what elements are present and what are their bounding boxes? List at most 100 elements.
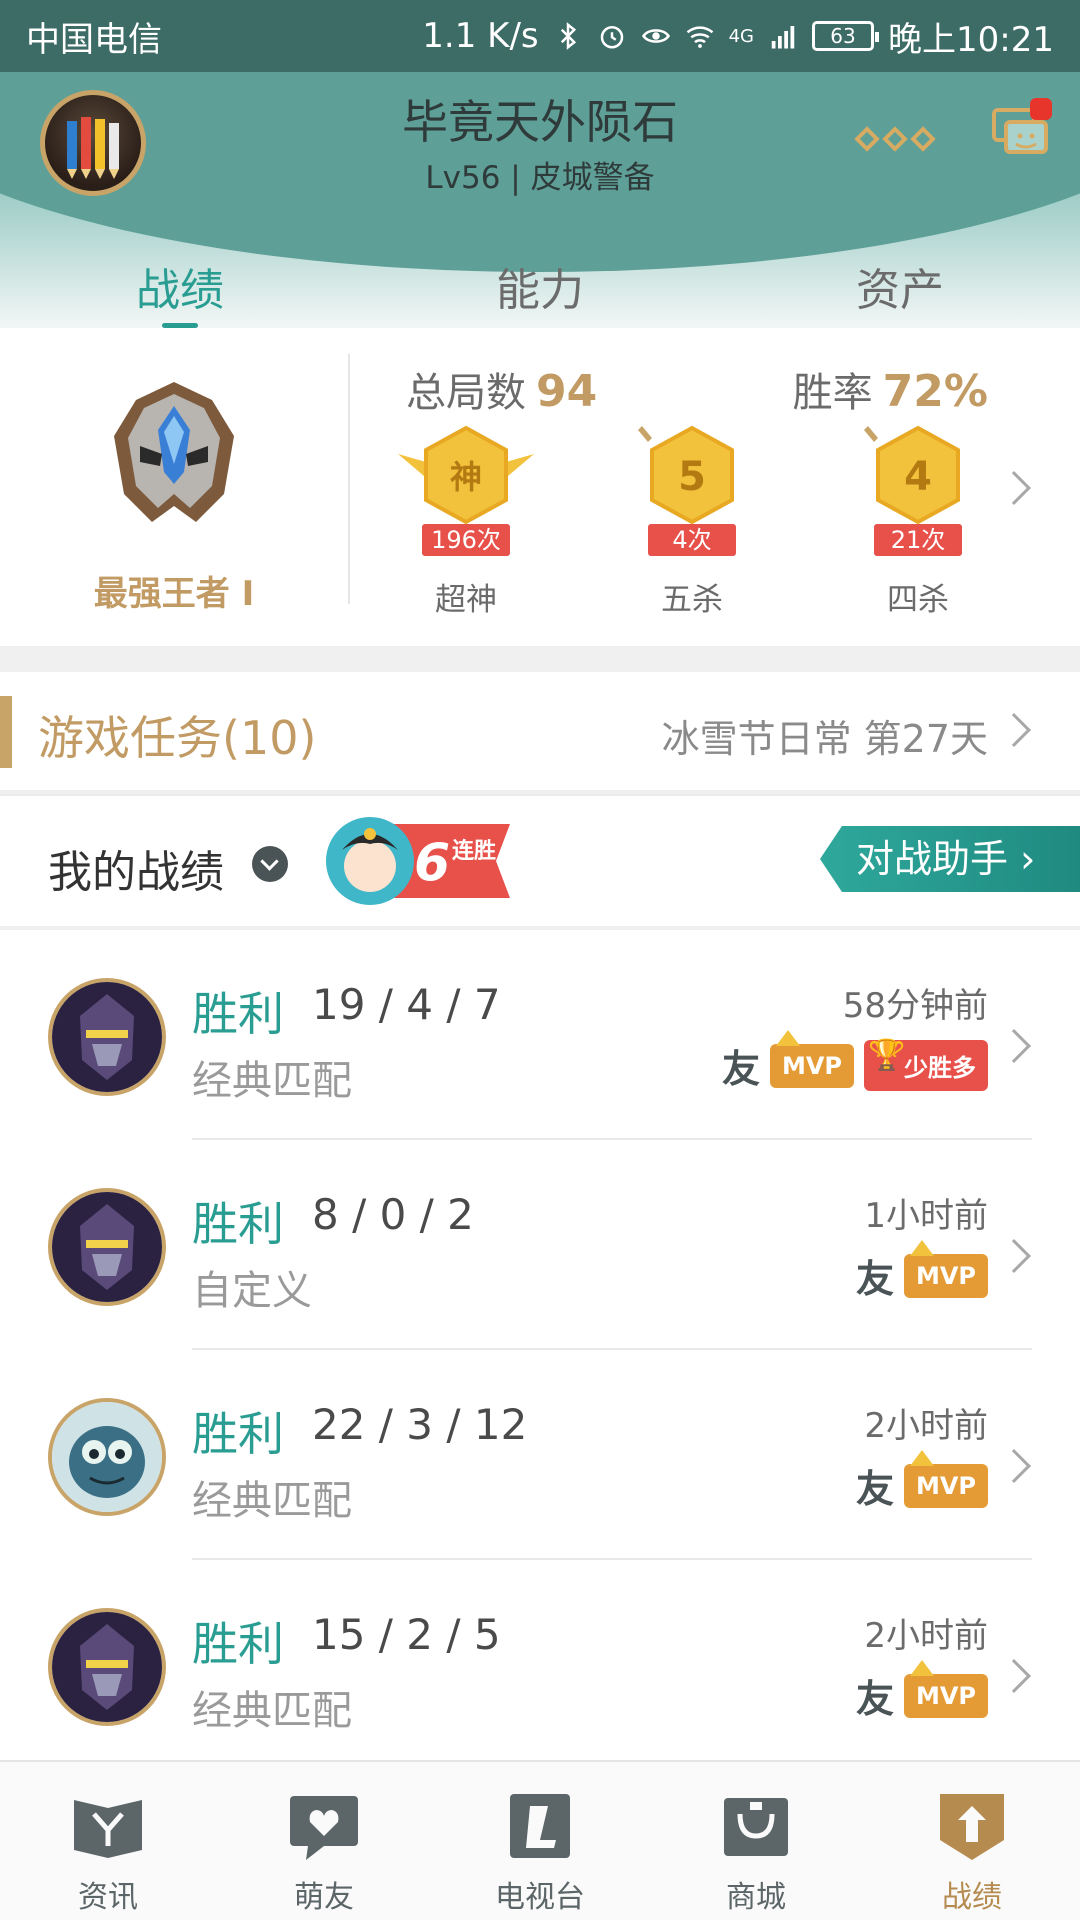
- friend-tag: 友: [855, 1257, 894, 1301]
- nav-shop[interactable]: 商城: [648, 1762, 864, 1920]
- hero-portrait-icon: [52, 1612, 162, 1722]
- win-streak-badge: 6 连胜: [326, 817, 510, 905]
- nav-label: 萌友: [294, 1880, 354, 1915]
- match-row[interactable]: 胜利 8 / 0 / 2 自定义 1小时前 友 MVP: [0, 1140, 1080, 1350]
- hero-portrait-icon: [52, 1192, 162, 1302]
- match-tags: 友 MVP 少胜多: [722, 1029, 988, 1093]
- streak-text: 连胜: [452, 838, 496, 864]
- match-row[interactable]: 胜利 19 / 4 / 7 经典匹配 58分钟前 友 MVP 少胜多: [0, 930, 1080, 1140]
- my-record-row: 我的战绩 6 连胜 对战助手 ›: [0, 794, 1080, 926]
- tab-ability[interactable]: 能力: [360, 238, 720, 328]
- mvp-tag: MVP: [903, 1449, 988, 1508]
- mvp-tag: MVP: [903, 1239, 988, 1298]
- hero-avatar: [48, 978, 166, 1096]
- match-result: 胜利: [192, 1407, 284, 1461]
- win-rate-label: 胜率: [792, 370, 873, 416]
- user-level: Lv56 | 皮城警备: [425, 160, 655, 196]
- bluetooth-icon: [560, 22, 576, 50]
- badge-label: 五杀: [661, 582, 723, 618]
- badge-label: 四杀: [887, 582, 949, 618]
- match-kda: 22 / 3 / 12: [312, 1400, 528, 1449]
- network-type: 4G: [728, 25, 755, 47]
- tab-record[interactable]: 战绩: [0, 238, 360, 328]
- match-tags: 友 MVP: [855, 1659, 988, 1723]
- badge-icon-text: 4: [904, 454, 932, 500]
- chevron-right-icon[interactable]: [997, 1239, 1031, 1273]
- dropdown-icon[interactable]: [252, 846, 288, 882]
- match-list: 胜利 19 / 4 / 7 经典匹配 58分钟前 友 MVP 少胜多 胜利 8 …: [0, 930, 1080, 1760]
- shop-icon: [724, 1798, 788, 1856]
- hero-avatar: [48, 1188, 166, 1306]
- badge-quadrakill: 4 21次 四杀: [848, 424, 988, 624]
- legendary-badge-icon: 神: [398, 425, 534, 525]
- match-time: 1小时前: [864, 1196, 988, 1236]
- hero-avatar: [48, 1398, 166, 1516]
- nav-record[interactable]: 战绩: [864, 1762, 1080, 1920]
- match-row[interactable]: 胜利 15 / 2 / 5 经典匹配 2小时前 友 MVP: [0, 1560, 1080, 1770]
- game-tasks-row[interactable]: 游戏任务(10) 冰雪节日常 第27天: [0, 672, 1080, 790]
- profile-tabs: 战绩 能力 资产: [0, 238, 1080, 328]
- match-time: 2小时前: [864, 1616, 988, 1656]
- win-rate: 胜率 72%: [793, 360, 988, 418]
- accent-bar: [0, 696, 12, 768]
- mvp-tag: MVP: [769, 1029, 854, 1088]
- battle-assistant-label: 对战助手: [856, 837, 1009, 881]
- friends-icon: [290, 1796, 358, 1860]
- nav-label: 资讯: [78, 1880, 138, 1915]
- underdog-win-tag: 少胜多: [864, 1038, 988, 1091]
- match-mode: 经典匹配: [192, 1058, 352, 1104]
- badge-count: 196次: [422, 524, 510, 556]
- win-rate-value: 72%: [882, 366, 988, 417]
- more-menu-icon[interactable]: [854, 126, 936, 152]
- total-games-label: 总局数: [406, 370, 526, 416]
- badge-pentakill: 5 4次 五杀: [622, 424, 762, 624]
- match-kda: 19 / 4 / 7: [312, 980, 501, 1029]
- tasks-event-info: 冰雪节日常 第27天: [661, 717, 988, 761]
- tasks-title: 游戏任务(10): [38, 711, 317, 765]
- friend-tag: 友: [855, 1677, 894, 1721]
- badge-count: 4次: [648, 524, 736, 556]
- total-games-value: 94: [536, 366, 598, 417]
- chevron-right-icon[interactable]: [997, 1029, 1031, 1063]
- match-tags: 友 MVP: [855, 1449, 988, 1513]
- total-games: 总局数 94: [406, 360, 597, 418]
- profile-header: 毕竟天外陨石 Lv56 | 皮城警备 战绩 能力 资产: [0, 72, 1080, 328]
- match-mode: 经典匹配: [192, 1478, 352, 1524]
- network-speed: 1.1 K/s: [422, 16, 539, 56]
- battle-assistant-button[interactable]: 对战助手 ›: [820, 826, 1080, 892]
- bottom-navigation: 资讯 萌友 电视台 商城 战绩: [0, 1760, 1080, 1920]
- friend-tag: 友: [855, 1467, 894, 1511]
- chevron-right-icon[interactable]: [997, 1659, 1031, 1693]
- summary-card[interactable]: 最强王者 I 总局数 94 胜率 72% 神 196次 超神 5 4次 五杀 4 2…: [0, 328, 1080, 646]
- eye-icon: [641, 29, 670, 43]
- status-bar: 中国电信 1.1 K/s 4G 63 晚上10:21: [0, 0, 1080, 72]
- nav-label: 商城: [726, 1880, 786, 1915]
- match-row[interactable]: 胜利 22 / 3 / 12 经典匹配 2小时前 友 MVP: [0, 1350, 1080, 1560]
- tab-assets[interactable]: 资产: [720, 238, 1080, 328]
- nav-tv[interactable]: 电视台: [432, 1762, 648, 1920]
- match-kda: 15 / 2 / 5: [312, 1610, 501, 1659]
- hero-portrait-icon: [52, 1402, 162, 1512]
- notification-badge: [1030, 98, 1052, 120]
- hero-portrait-icon: [52, 982, 162, 1092]
- badge-icon-text: 神: [450, 458, 482, 496]
- tv-icon: [510, 1794, 570, 1858]
- nav-friends[interactable]: 萌友: [216, 1762, 432, 1920]
- divider: [348, 354, 350, 604]
- match-tags: 友 MVP: [855, 1239, 988, 1303]
- quadrakill-badge-icon: 4: [864, 425, 960, 525]
- chevron-right-icon[interactable]: [997, 713, 1031, 747]
- nav-label: 战绩: [942, 1880, 1002, 1915]
- clock: 晚上10:21: [888, 19, 1054, 60]
- nav-label: 电视台: [495, 1880, 585, 1915]
- rank-name: 最强王者 I: [93, 574, 255, 614]
- match-result: 胜利: [192, 1617, 284, 1671]
- alarm-icon: [600, 26, 623, 49]
- carrier-label: 中国电信: [26, 19, 162, 60]
- badge-count: 21次: [874, 524, 962, 556]
- chevron-right-icon[interactable]: [997, 471, 1031, 505]
- my-record-title[interactable]: 我的战绩: [48, 836, 224, 900]
- nav-news[interactable]: 资讯: [0, 1762, 216, 1920]
- battery-indicator: 63: [812, 21, 880, 51]
- chevron-right-icon[interactable]: [997, 1449, 1031, 1483]
